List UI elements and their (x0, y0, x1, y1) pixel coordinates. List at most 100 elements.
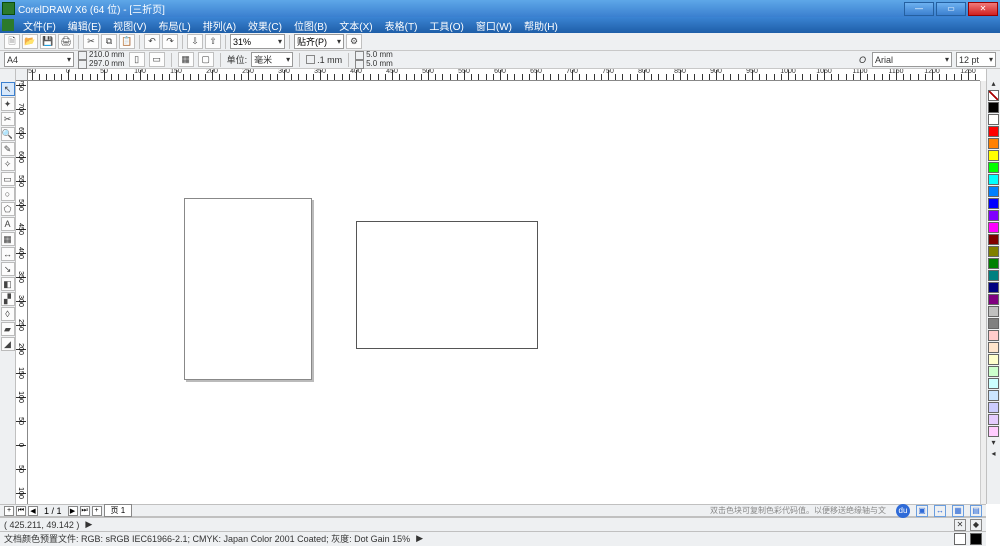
zoom-tool[interactable]: 🔍 (1, 127, 15, 141)
swatch-9[interactable] (988, 198, 999, 209)
minimize-button[interactable]: — (904, 2, 934, 16)
outline-color-swatch[interactable] (970, 533, 982, 545)
swatch-3[interactable] (988, 126, 999, 137)
page-tab-1[interactable]: 页 1 (104, 504, 133, 517)
close-button[interactable]: ✕ (968, 2, 998, 16)
swatch-19[interactable] (988, 318, 999, 329)
ellipse-tool[interactable]: ○ (1, 187, 15, 201)
swatch-24[interactable] (988, 378, 999, 389)
freehand-tool[interactable]: ✎ (1, 142, 15, 156)
swatch-15[interactable] (988, 270, 999, 281)
canvas[interactable] (28, 81, 980, 504)
dup-x-value[interactable]: 5.0 mm (366, 51, 393, 59)
swatch-7[interactable] (988, 174, 999, 185)
swatch-22[interactable] (988, 354, 999, 365)
pick-tool[interactable]: ↖ (1, 82, 15, 96)
paper-select[interactable]: A4 (4, 52, 74, 67)
menu-text[interactable]: 文本(X) (333, 18, 378, 33)
dup-y-value[interactable]: 5.0 mm (366, 60, 393, 68)
menu-bitmaps[interactable]: 位图(B) (288, 18, 333, 33)
grid-manager-icon[interactable]: ▦ (952, 505, 964, 517)
fill-swatch[interactable]: ◆ (970, 519, 982, 531)
paper-width[interactable]: 210.0 mm (89, 51, 125, 59)
swatch-5[interactable] (988, 150, 999, 161)
smart-draw-tool[interactable]: ✧ (1, 157, 15, 171)
fill-color-swatch[interactable] (954, 533, 966, 545)
snap-select[interactable]: 贴齐(P) (294, 34, 344, 49)
dimension-tool[interactable]: ↔ (1, 247, 15, 261)
new-button[interactable]: 🗎 (4, 34, 20, 49)
menu-file[interactable]: 文件(F) (17, 18, 62, 33)
palette-flyout[interactable]: ◂ (988, 449, 999, 458)
landscape-button[interactable]: ▭ (149, 52, 165, 67)
options-button[interactable]: ⚙ (346, 34, 362, 49)
redo-button[interactable]: ↷ (162, 34, 178, 49)
swatch-20[interactable] (988, 330, 999, 341)
font-select[interactable]: Arial (872, 52, 952, 67)
interactive-fill-tool[interactable]: ◢ (1, 337, 15, 351)
palette-scroll-down[interactable]: ▾ (988, 438, 999, 447)
swatch-14[interactable] (988, 258, 999, 269)
vertical-ruler[interactable]: 7507006506005505004504003503002502001501… (16, 81, 28, 504)
swatch-16[interactable] (988, 282, 999, 293)
swatch-21[interactable] (988, 342, 999, 353)
menu-tools[interactable]: 工具(O) (423, 18, 469, 33)
current-page-button[interactable]: ▢ (198, 52, 214, 67)
outline-swatch-none[interactable]: ✕ (954, 519, 966, 531)
swatch-23[interactable] (988, 366, 999, 377)
rectangle-tool[interactable]: ▭ (1, 172, 15, 186)
menu-layout[interactable]: 布局(L) (152, 18, 196, 33)
outline-tool[interactable]: ◊ (1, 307, 15, 321)
swatch-6[interactable] (988, 162, 999, 173)
horizontal-ruler[interactable]: 5005010015020025030035040045050055060065… (28, 69, 980, 81)
swatch-28[interactable] (988, 426, 999, 437)
fill-tool[interactable]: ▰ (1, 322, 15, 336)
font-size-select[interactable]: 12 pt (956, 52, 996, 67)
save-button[interactable]: 💾 (40, 34, 56, 49)
shape-tool[interactable]: ✦ (1, 97, 15, 111)
ruler-origin[interactable] (16, 69, 28, 81)
swatch-27[interactable] (988, 414, 999, 425)
menu-edit[interactable]: 编辑(E) (62, 18, 107, 33)
nudge-value[interactable]: .1 mm (317, 55, 342, 65)
first-page-button[interactable]: ⏮ (16, 506, 26, 516)
effects-tool[interactable]: ◧ (1, 277, 15, 291)
text-tool[interactable]: A (1, 217, 15, 231)
connector-tool[interactable]: ↘ (1, 262, 15, 276)
units-select[interactable]: 毫米 (251, 52, 293, 67)
object-manager-icon[interactable]: ▣ (916, 505, 928, 517)
polygon-tool[interactable]: ⬠ (1, 202, 15, 216)
next-page-button[interactable]: ▶ (68, 506, 78, 516)
swatch-10[interactable] (988, 210, 999, 221)
swatch-1[interactable] (988, 102, 999, 113)
swatch-13[interactable] (988, 246, 999, 257)
menu-table[interactable]: 表格(T) (379, 18, 424, 33)
swatch-12[interactable] (988, 234, 999, 245)
menu-help[interactable]: 帮助(H) (518, 18, 564, 33)
open-button[interactable]: 📂 (22, 34, 38, 49)
paste-button[interactable]: 📋 (119, 34, 135, 49)
dashboard-icon[interactable]: ▤ (970, 505, 982, 517)
paper-height[interactable]: 297.0 mm (89, 60, 125, 68)
baidu-icon[interactable]: du (896, 504, 910, 518)
hint-arrow-icon[interactable]: ↔ (934, 505, 946, 517)
crop-tool[interactable]: ✂ (1, 112, 15, 126)
export-button[interactable]: ⇧ (205, 34, 221, 49)
print-button[interactable]: 🖨 (58, 34, 74, 49)
undo-button[interactable]: ↶ (144, 34, 160, 49)
swatch-4[interactable] (988, 138, 999, 149)
menu-window[interactable]: 窗口(W) (470, 18, 518, 33)
swatch-18[interactable] (988, 306, 999, 317)
swatch-0[interactable] (988, 90, 999, 101)
swatch-17[interactable] (988, 294, 999, 305)
copy-button[interactable]: ⧉ (101, 34, 117, 49)
swatch-8[interactable] (988, 186, 999, 197)
eyedropper-tool[interactable]: ▞ (1, 292, 15, 306)
all-pages-button[interactable]: ▦ (178, 52, 194, 67)
table-tool[interactable]: ▦ (1, 232, 15, 246)
zoom-select[interactable]: 31% (230, 34, 285, 49)
import-button[interactable]: ⇩ (187, 34, 203, 49)
swatch-26[interactable] (988, 402, 999, 413)
prev-page-button[interactable]: ◀ (28, 506, 38, 516)
portrait-button[interactable]: ▯ (129, 52, 145, 67)
